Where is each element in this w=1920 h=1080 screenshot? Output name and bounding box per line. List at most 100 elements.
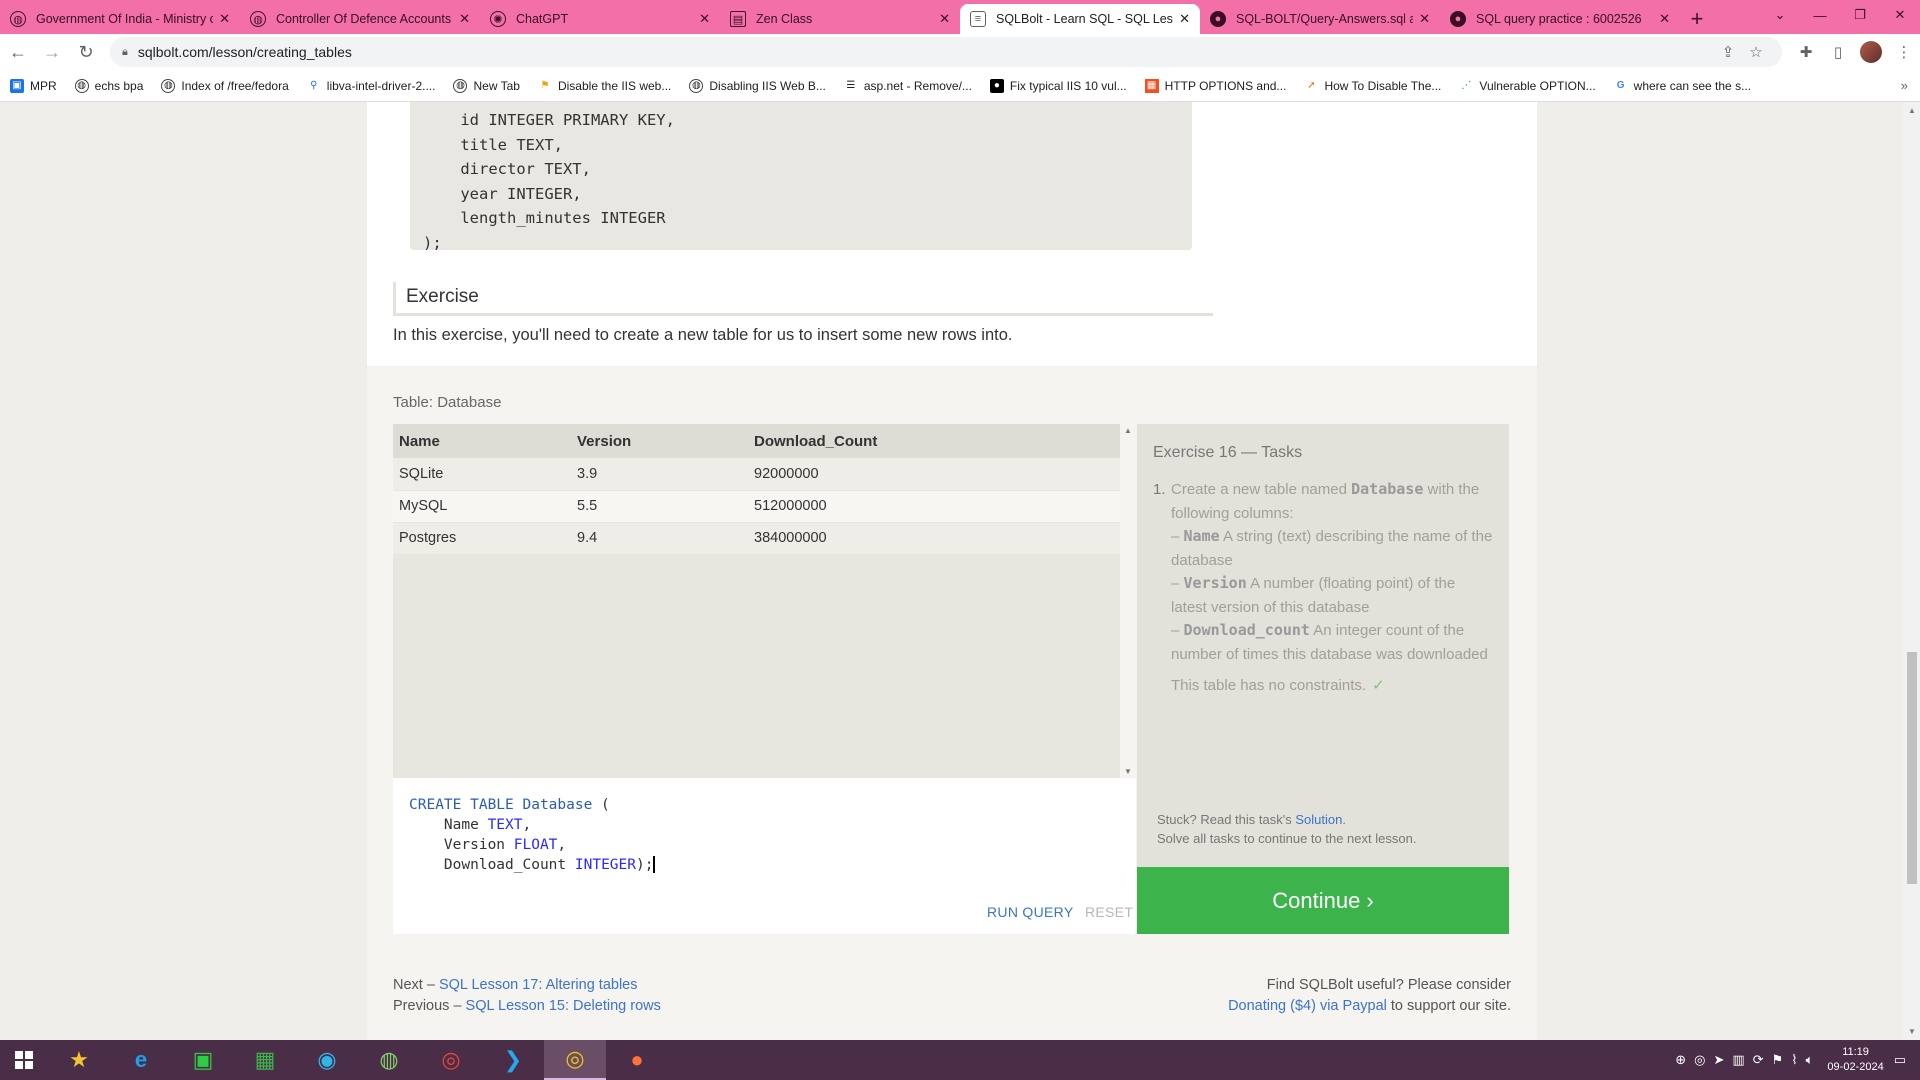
taskbar-chrome-icon[interactable]: ◎ — [420, 1040, 482, 1080]
bookmark-mpr[interactable]: ▣ MPR — [10, 78, 57, 93]
taskbar-favorites-icon[interactable]: ★ — [48, 1040, 110, 1080]
chrome-tray-icon[interactable]: ◎ — [1694, 1052, 1705, 1068]
taskbar-calculator-icon[interactable]: ▦ — [234, 1040, 296, 1080]
bookmark-http-options[interactable]: ▦ HTTP OPTIONS and... — [1144, 78, 1286, 93]
page-scrollbar[interactable]: ▲ ▼ — [1903, 102, 1920, 1040]
close-icon[interactable]: ✕ — [699, 11, 710, 27]
close-icon[interactable]: ✕ — [939, 11, 950, 27]
bookmark-disable-iis[interactable]: ⚑ Disable the IIS web... — [538, 79, 671, 93]
tab-search-icon[interactable]: ⌄ — [1760, 7, 1800, 23]
bookmark-how-to-disable[interactable]: ➚ How To Disable The... — [1304, 79, 1441, 93]
windows-taskbar: ★ e ▣ ▦ ◉ ◍ ◎ ❯ ◎ ● ⊕ ◎ ➤ ▥ ⟳ ⚑ ⌇ 🔈︎ 11:… — [0, 1040, 1920, 1080]
bookmark-star-icon[interactable]: ☆ — [1742, 43, 1770, 61]
flag-icon[interactable]: ⚑ — [1772, 1052, 1784, 1068]
menu-icon[interactable]: ⋮ — [1888, 43, 1920, 61]
bookmark-libva[interactable]: ⚲ libva-intel-driver-2.... — [307, 79, 435, 93]
notifications-icon[interactable]: ▭ — [1894, 1052, 1906, 1068]
tab-sql-bolt-github[interactable]: ● SQL-BOLT/Query-Answers.sql at ✕ — [1200, 4, 1440, 34]
database-icon: ≡ — [970, 11, 986, 27]
scroll-down-icon[interactable]: ▼ — [1124, 767, 1132, 776]
column-header: Download_Count — [748, 424, 1120, 458]
close-icon[interactable]: ✕ — [1659, 11, 1670, 27]
lesson-content: id INTEGER PRIMARY KEY, title TEXT, dire… — [367, 102, 1537, 1040]
tab-government-of-india[interactable]: ◍ Government Of India - Ministry o ✕ — [0, 4, 240, 34]
bookmark-index-free-fedora[interactable]: ◍ Index of /free/fedora — [161, 78, 289, 93]
run-query-button[interactable]: RUN QUERY — [987, 904, 1073, 920]
toolbar-right: ✚ ▯ ⋮ — [1790, 41, 1920, 63]
mpr-icon: ▣ — [10, 78, 24, 93]
windows-logo-icon — [15, 1051, 33, 1069]
chevron-right-icon[interactable]: » — [1901, 78, 1908, 93]
telegram-icon[interactable]: ➤ — [1713, 1052, 1724, 1068]
close-icon[interactable]: ✕ — [1419, 11, 1430, 27]
bookmark-aspnet[interactable]: ☰ asp.net - Remove/... — [844, 79, 972, 93]
close-window-icon[interactable]: ✕ — [1880, 7, 1920, 23]
tab-controller-defence-accounts[interactable]: ◍ Controller Of Defence Accounts ( ✕ — [240, 4, 480, 34]
google-icon: G — [1616, 80, 1625, 91]
lock-icon[interactable]: 🔒︎ — [122, 46, 128, 59]
side-panel-icon[interactable]: ▯ — [1822, 43, 1854, 61]
bookmark-echs-bpa[interactable]: ◍ echs bpa — [74, 78, 143, 93]
bookmark-vulnerable-option[interactable]: ⋰ Vulnerable OPTION... — [1459, 79, 1595, 93]
restore-icon[interactable]: ❐ — [1840, 7, 1880, 23]
table-scrollbar[interactable]: ▲ ▼ — [1120, 424, 1136, 778]
extensions-icon[interactable]: ✚ — [1790, 43, 1822, 61]
donate-link[interactable]: Donating ($4) via Paypal — [1228, 998, 1387, 1014]
forward-icon[interactable]: → — [36, 36, 68, 68]
table-row: MySQL 5.5 512000000 — [393, 490, 1120, 523]
address-bar[interactable]: 🔒︎ sqlbolt.com/lesson/creating_tables ⇪ … — [110, 37, 1782, 67]
table-row: Postgres 9.4 384000000 — [393, 522, 1120, 555]
table-row: SQLite 3.9 92000000 — [393, 458, 1120, 491]
previous-lesson-link[interactable]: SQL Lesson 15: Deleting rows — [466, 998, 661, 1014]
code-line: length_minutes INTEGER — [423, 209, 666, 227]
exercise-heading: Exercise — [393, 282, 1213, 316]
wifi-icon[interactable]: ⌇ — [1791, 1052, 1797, 1068]
tab-zen-class[interactable]: ▤ Zen Class ✕ — [720, 4, 960, 34]
defender-icon[interactable]: ▥ — [1732, 1052, 1744, 1068]
volume-icon[interactable]: 🔈︎ — [1806, 1052, 1814, 1068]
constraints-note: This table has no constraints. ✓ — [1171, 677, 1385, 694]
table-cell: 384000000 — [748, 522, 1120, 555]
new-tab-button[interactable]: + — [1680, 4, 1714, 34]
close-icon[interactable]: ✕ — [459, 11, 470, 27]
taskbar-vscode-icon[interactable]: ❯ — [482, 1040, 544, 1080]
page-viewport: id INTEGER PRIMARY KEY, title TEXT, dire… — [0, 102, 1903, 1040]
solution-link[interactable]: Solution — [1295, 812, 1342, 827]
bookmark-disabling-iis[interactable]: ◍ Disabling IIS Web B... — [689, 78, 826, 93]
scroll-down-icon[interactable]: ▼ — [1908, 1027, 1916, 1036]
url-text[interactable]: sqlbolt.com/lesson/creating_tables — [138, 44, 1714, 60]
next-lesson-link[interactable]: SQL Lesson 17: Altering tables — [439, 977, 638, 993]
system-clock[interactable]: 11:19 09-02-2024 — [1827, 1045, 1883, 1075]
close-icon[interactable]: ✕ — [219, 11, 230, 27]
close-icon[interactable]: ✕ — [1179, 11, 1190, 27]
language-icon[interactable]: ⊕ — [1675, 1052, 1686, 1068]
tab-chatgpt[interactable]: ✺ ChatGPT ✕ — [480, 4, 720, 34]
table-cell: 3.9 — [571, 458, 748, 491]
reload-icon[interactable]: ↻ — [70, 36, 102, 68]
taskbar-firefox-icon[interactable]: ● — [606, 1040, 668, 1080]
reset-button[interactable]: RESET — [1085, 904, 1133, 920]
scroll-up-icon[interactable]: ▲ — [1908, 106, 1916, 115]
scroll-up-icon[interactable]: ▲ — [1124, 426, 1132, 435]
taskbar-chrome-active-icon[interactable]: ◎ — [544, 1040, 606, 1080]
tab-sql-query-practice[interactable]: ● SQL query practice : 6002526 ✕ — [1440, 4, 1680, 34]
code-line: id INTEGER PRIMARY KEY, — [423, 111, 675, 129]
taskbar-edge-icon[interactable]: ◉ — [296, 1040, 358, 1080]
bookmark-new-tab[interactable]: ◍ New Tab — [453, 78, 520, 93]
table-cell: 5.5 — [571, 490, 748, 523]
continue-button[interactable]: Continue › — [1137, 867, 1509, 934]
share-icon[interactable]: ⇪ — [1714, 43, 1742, 61]
bookmark-icon: ⚑ — [540, 80, 550, 91]
start-button[interactable] — [0, 1040, 48, 1080]
bookmark-fix-iis[interactable]: ● Fix typical IIS 10 vul... — [989, 78, 1127, 93]
minimize-icon[interactable]: — — [1800, 8, 1840, 23]
bookmark-where-can-see[interactable]: Gwhere can see the s... — [1614, 79, 1751, 93]
sync-icon[interactable]: ⟳ — [1753, 1052, 1764, 1068]
scrollbar-thumb[interactable] — [1907, 652, 1917, 884]
tab-sqlbolt[interactable]: ≡ SQLBolt - Learn SQL - SQL Lesso ✕ — [960, 4, 1200, 34]
back-icon[interactable]: ← — [2, 36, 34, 68]
taskbar-internet-explorer-icon[interactable]: e — [110, 1040, 172, 1080]
avatar[interactable] — [1860, 41, 1882, 63]
taskbar-store-icon[interactable]: ▣ — [172, 1040, 234, 1080]
taskbar-network-icon[interactable]: ◍ — [358, 1040, 420, 1080]
